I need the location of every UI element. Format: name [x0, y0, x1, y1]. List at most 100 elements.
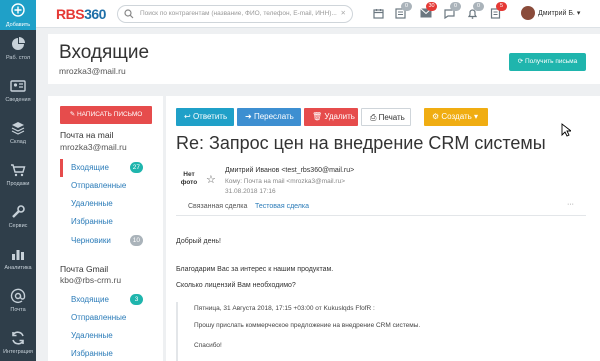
search-input[interactable]: Поиск по контрагентам (название, ФИО, те… [117, 5, 353, 23]
layers-icon [11, 122, 25, 135]
page-title: Входящие [59, 42, 150, 63]
folder-drafts[interactable]: Черновики 10 [60, 232, 152, 250]
sync-icon [12, 331, 24, 345]
sidebar-item-desktop[interactable]: Раб. стол [0, 30, 36, 72]
clear-search-icon[interactable]: ✕ [341, 9, 346, 17]
print-button[interactable]: ⎙ Печать [361, 108, 411, 126]
caret-down-icon: ▾ [576, 9, 581, 17]
mail-icon[interactable]: 30 [420, 2, 437, 20]
message-subject: Re: Запрос цен на внедрение CRM системы [176, 133, 546, 153]
sidebar-item-label: Раб. стол [5, 55, 31, 61]
mail-badge: 30 [426, 2, 437, 11]
search-placeholder: Поиск по контрагентам (название, ФИО, те… [140, 10, 337, 17]
folder-label: Входящие [71, 163, 109, 172]
notes-icon[interactable]: 5 [490, 2, 507, 21]
account-title: Почта Gmail [60, 264, 109, 274]
folder-sent[interactable]: Отправленные [60, 309, 152, 327]
related-deal-row: Связанная сделка Тестовая сделка ··· [176, 200, 586, 216]
logo-text: RBS [56, 6, 85, 22]
folder-deleted[interactable]: Удаленные [60, 195, 152, 213]
folder-inbox[interactable]: Входящие 3 [60, 291, 152, 309]
chat-badge: 0 [450, 2, 461, 11]
refresh-icon: ⟳ [517, 58, 524, 65]
forward-button[interactable]: ➜ Переслать [237, 108, 301, 126]
compose-button[interactable]: ✎ НАПИСАТЬ ПИСЬМО [60, 106, 152, 124]
logo[interactable]: RBS360 [56, 6, 106, 22]
more-options-icon[interactable]: ··· [567, 201, 574, 208]
delete-button[interactable]: 🗑 Удалить [304, 108, 358, 126]
user-name: Дмитрий Б. [538, 9, 575, 17]
sidebar-item-label: Почта [10, 307, 26, 313]
folder-label: Отправленные [71, 313, 127, 322]
folder-favorites[interactable]: Избранные [60, 345, 152, 361]
sidebar-item-integration[interactable]: Интеграция [0, 324, 36, 361]
sidebar-item-sales[interactable]: Продажи [0, 156, 36, 198]
delete-label: Удалить [324, 112, 355, 121]
folder-sent[interactable]: Отправленные [60, 177, 152, 195]
create-dropdown-button[interactable]: ⚙ Создать ▾ [424, 108, 488, 126]
sidebar-item-label: Сервис [8, 223, 28, 229]
folder-favorites[interactable]: Избранные [60, 213, 152, 231]
create-label: Создать [441, 112, 472, 121]
account-title: Почта на mail [60, 130, 114, 140]
sidebar-item-info[interactable]: Сведения [0, 72, 36, 114]
reply-icon: ↩ [184, 112, 191, 121]
folder-count: 3 [130, 294, 143, 305]
calendar-icon[interactable] [373, 8, 384, 21]
fetch-mail-label: Получить письма [525, 58, 578, 65]
tasks-icon[interactable]: 0 [395, 2, 412, 21]
message-greeting: Добрый день! [176, 238, 221, 245]
message-line: Сколько лицензий Вам необходимо? [176, 282, 296, 289]
folder-count: 10 [129, 235, 143, 246]
message-date: 31.08.2018 17:16 [225, 188, 276, 195]
folder-label: Отправленные [71, 181, 127, 190]
sidebar-item-analytics[interactable]: Аналитика [0, 240, 36, 282]
left-sidebar: Добавить Раб. стол Сведения Склад Продаж… [0, 0, 36, 361]
account-email: mrozka3@mail.ru [60, 142, 127, 152]
bell-icon[interactable]: 0 [467, 2, 484, 21]
sidebar-item-label: Сведения [5, 97, 31, 103]
id-card-icon [10, 80, 26, 92]
folder-label: Входящие [71, 295, 109, 304]
folder-deleted[interactable]: Удаленные [60, 327, 152, 345]
folder-inbox[interactable]: Входящие 27 [60, 159, 152, 177]
forward-icon: ➜ [245, 112, 252, 121]
chat-icon[interactable]: 0 [444, 2, 461, 21]
folder-count: 27 [129, 162, 143, 173]
gear-icon: ⚙ [432, 112, 440, 121]
account-email: kbo@rbs-crm.ru [60, 275, 122, 285]
sidebar-item-service[interactable]: Сервис [0, 198, 36, 240]
folder-label: Черновики [71, 236, 111, 245]
add-label: Добавить [5, 22, 31, 28]
fetch-mail-button[interactable]: ⟳ Получить письма [509, 53, 586, 71]
compose-icon: ✎ [69, 111, 76, 118]
tasks-badge: 0 [401, 2, 412, 11]
notes-badge: 5 [496, 2, 507, 11]
page-header: Входящие mrozka3@mail.ru ⟳ Получить пись… [48, 34, 600, 84]
message-view: ↩ Ответить ➜ Переслать 🗑 Удалить ⎙ Печат… [166, 96, 600, 361]
compose-label: НАПИСАТЬ ПИСЬМО [76, 111, 143, 118]
page-subtitle: mrozka3@mail.ru [59, 66, 126, 76]
related-deal-link[interactable]: Тестовая сделка [255, 203, 309, 210]
quote-thanks: Спасибо! [194, 342, 222, 349]
reply-button[interactable]: ↩ Ответить [176, 108, 234, 126]
print-label: Печать [378, 113, 405, 122]
printer-icon: ⎙ [370, 113, 377, 122]
star-icon[interactable]: ☆ [206, 173, 216, 186]
sidebar-item-label: Склад [10, 139, 26, 145]
avatar [521, 6, 535, 20]
mouse-cursor-icon [561, 123, 571, 137]
folder-label: Удаленные [71, 331, 113, 340]
folder-label: Удаленные [71, 199, 113, 208]
sidebar-item-mail[interactable]: Почта [0, 282, 36, 324]
mail-folders-panel: ✎ НАПИСАТЬ ПИСЬМО Почта на mail mrozka3@… [48, 96, 163, 361]
sidebar-item-label: Интеграция [3, 349, 33, 355]
sidebar-item-label: Аналитика [4, 265, 32, 271]
sender-avatar-placeholder: Нет фото [180, 171, 198, 186]
related-deal-label: Связанная сделка [188, 203, 248, 210]
reply-label: Ответить [192, 112, 228, 121]
sidebar-item-label: Продажи [6, 181, 30, 187]
sidebar-item-warehouse[interactable]: Склад [0, 114, 36, 156]
add-button[interactable]: Добавить [0, 0, 36, 30]
user-menu[interactable]: Дмитрий Б. ▾ [521, 6, 580, 20]
